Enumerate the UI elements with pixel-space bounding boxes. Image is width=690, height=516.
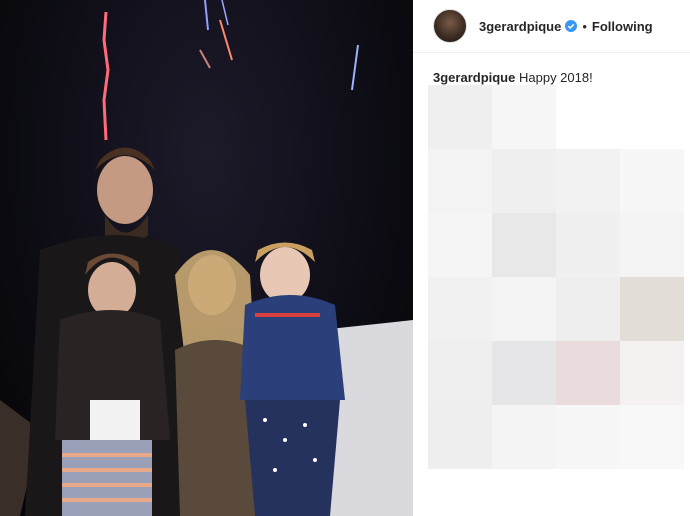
family-photo-illustration bbox=[0, 0, 413, 516]
post-photo[interactable] bbox=[0, 0, 413, 516]
mosaic-tile bbox=[620, 277, 684, 341]
mosaic-tile bbox=[620, 405, 684, 469]
mosaic-tile bbox=[492, 277, 556, 341]
mosaic-tile bbox=[492, 149, 556, 213]
mosaic-tile bbox=[492, 85, 556, 149]
mosaic-tile bbox=[428, 213, 492, 277]
separator-dot: • bbox=[582, 18, 587, 34]
mosaic-tile bbox=[428, 149, 492, 213]
following-button[interactable]: Following bbox=[592, 19, 653, 34]
profile-avatar[interactable] bbox=[433, 9, 467, 43]
post-caption: 3gerardpique Happy 2018! bbox=[433, 70, 593, 85]
mosaic-tile bbox=[620, 213, 684, 277]
mosaic-tile bbox=[556, 149, 620, 213]
username-link[interactable]: 3gerardpique bbox=[479, 19, 561, 34]
mosaic-tile bbox=[428, 85, 492, 149]
mosaic-tile bbox=[556, 277, 620, 341]
mosaic-tile bbox=[428, 277, 492, 341]
mosaic-tile bbox=[620, 341, 684, 405]
mosaic-tile bbox=[428, 405, 492, 469]
mosaic-tile bbox=[556, 341, 620, 405]
mosaic-tile bbox=[556, 213, 620, 277]
caption-text: Happy 2018! bbox=[518, 70, 593, 85]
verified-badge-icon bbox=[565, 20, 578, 32]
mosaic-tile bbox=[428, 341, 492, 405]
mosaic-tile bbox=[492, 405, 556, 469]
mosaic-tile bbox=[492, 213, 556, 277]
post-header: 3gerardpique • Following bbox=[413, 0, 690, 53]
mosaic-tile bbox=[620, 149, 684, 213]
mosaic-tile bbox=[492, 341, 556, 405]
mosaic-tile bbox=[556, 405, 620, 469]
caption-username[interactable]: 3gerardpique bbox=[433, 70, 515, 85]
post-sidebar: 3gerardpique • Following 3gerardpique Ha… bbox=[413, 0, 690, 516]
